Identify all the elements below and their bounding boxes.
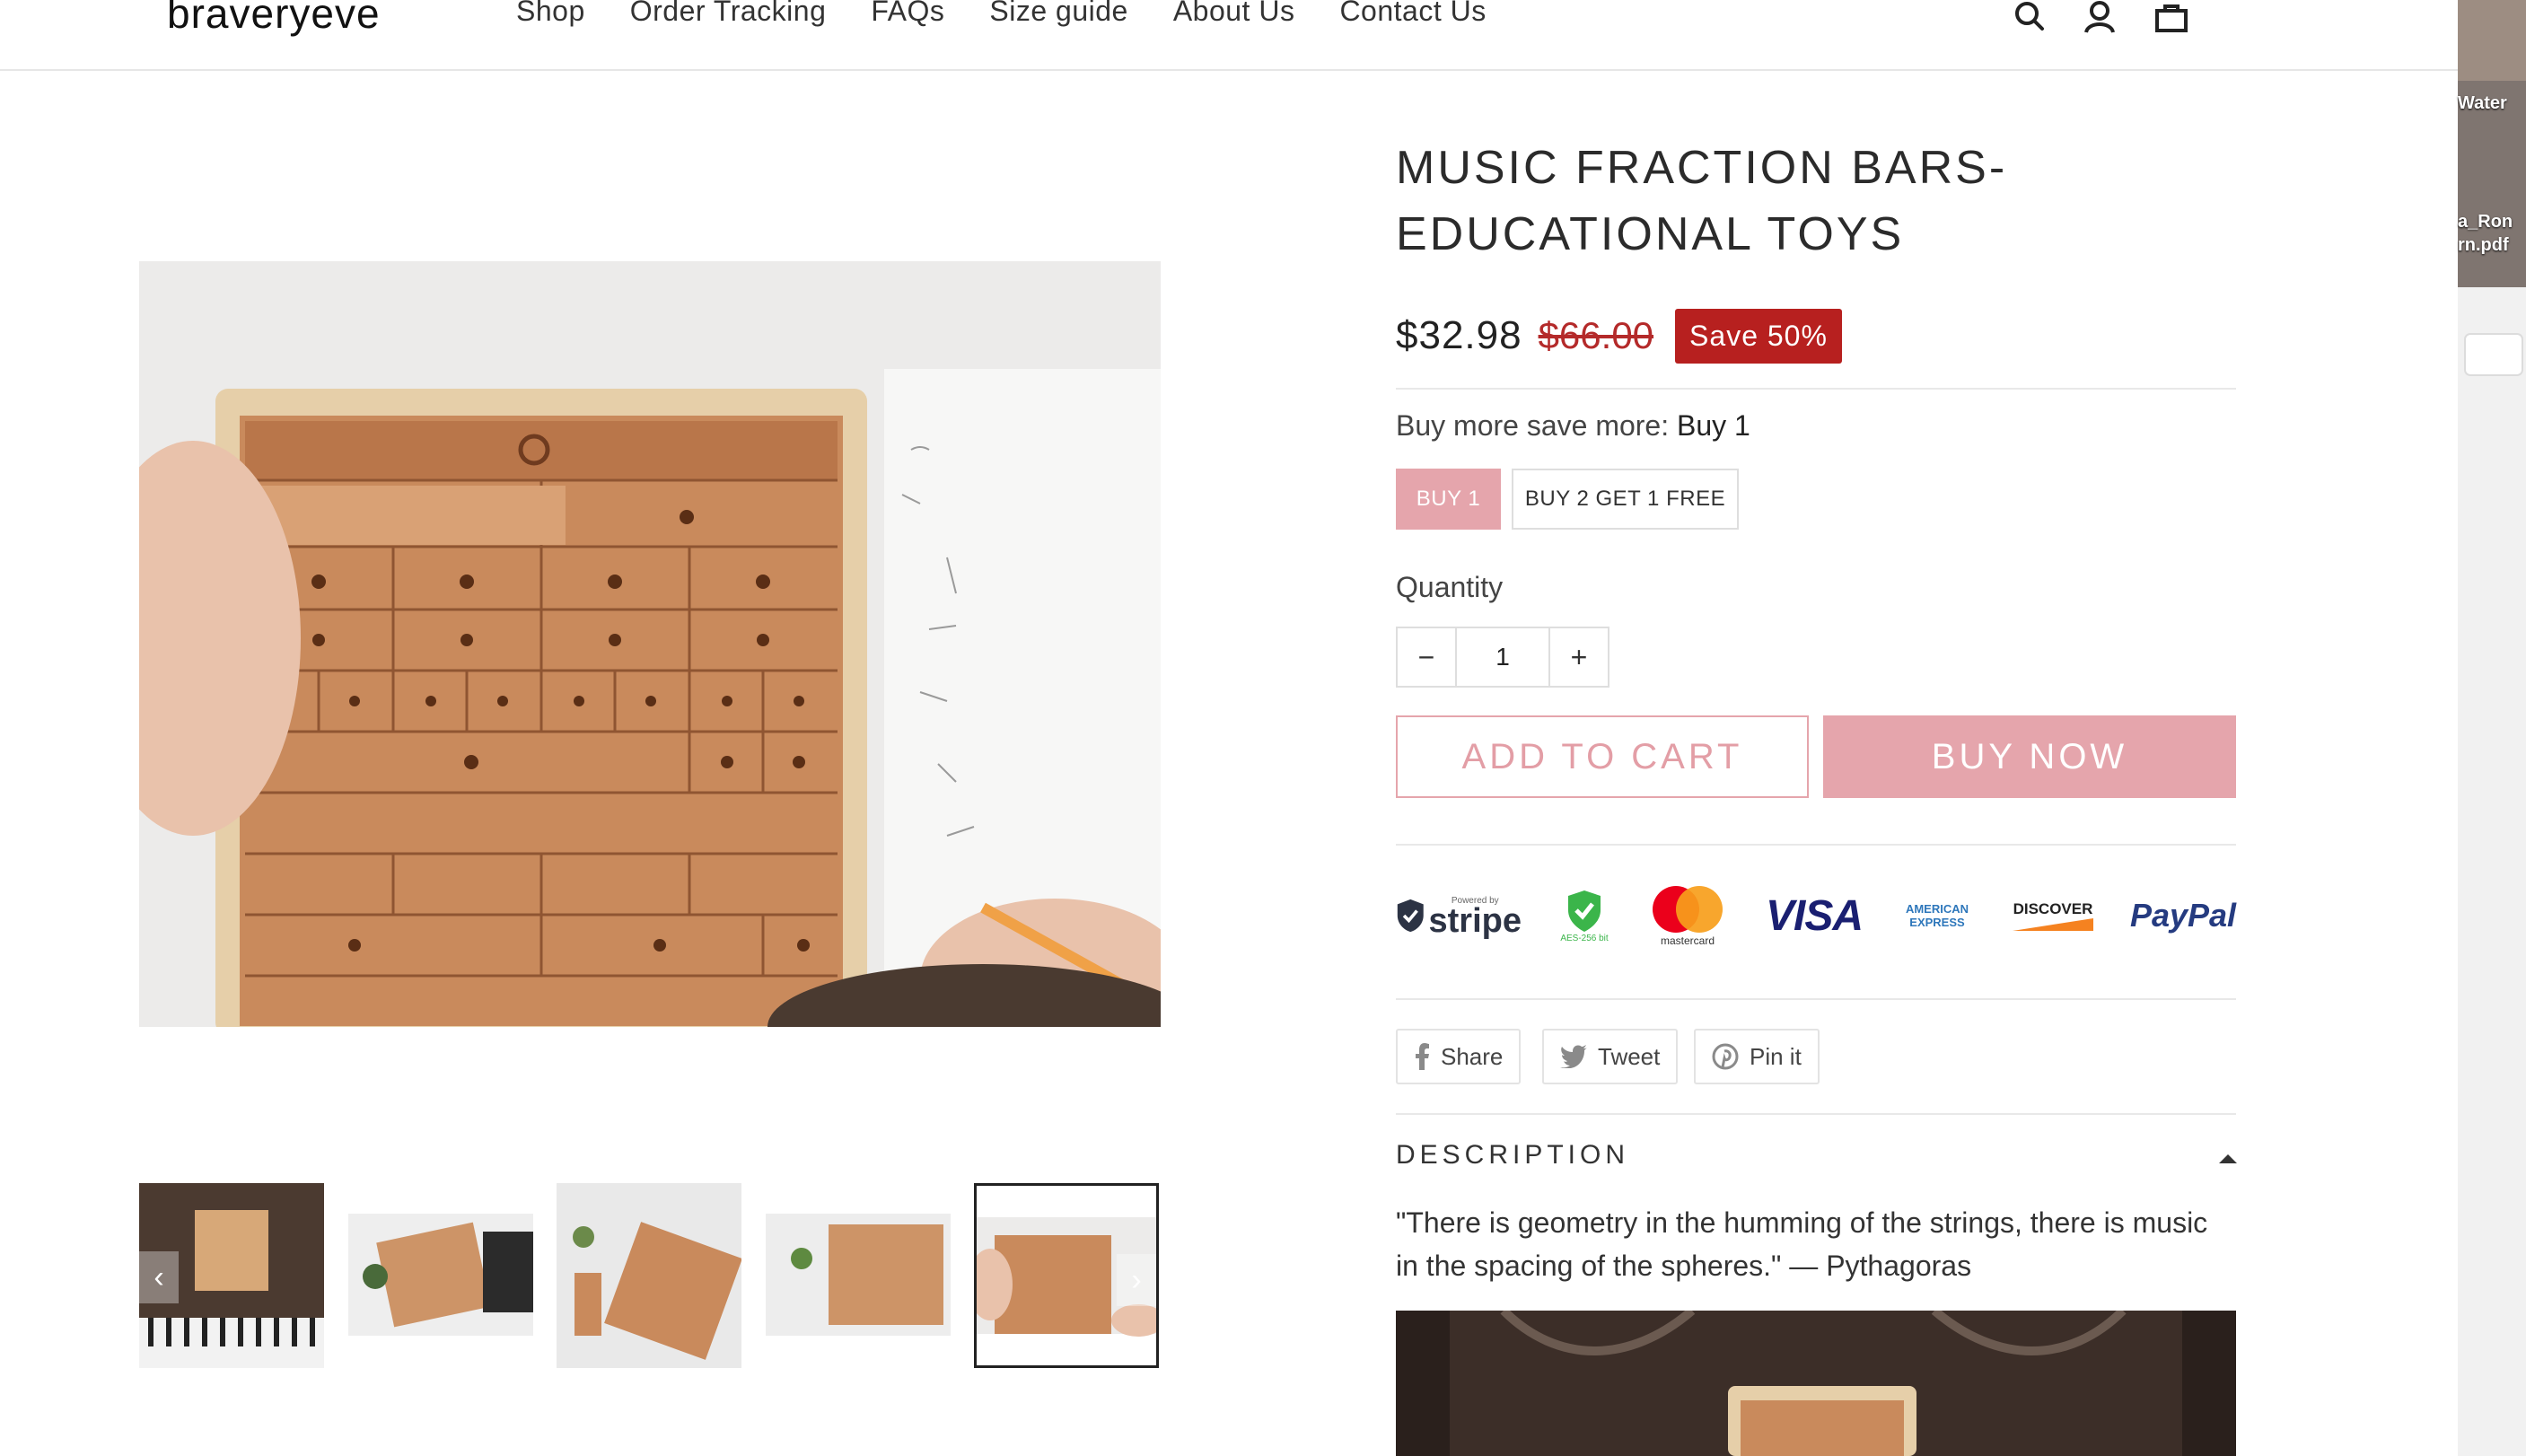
share-twitter-button[interactable]: Tweet [1542, 1029, 1679, 1084]
divider [1396, 844, 2236, 846]
site-logo[interactable]: braveryeve [167, 0, 381, 38]
amex-text-1: AMERICAN [1905, 902, 1969, 916]
nav-size-guide[interactable]: Size guide [989, 0, 1127, 28]
nav-shop[interactable]: Shop [516, 0, 585, 28]
mastercard-icon [1653, 886, 1723, 933]
add-to-cart-button[interactable]: ADD TO CART [1396, 715, 1809, 798]
nav-contact-us[interactable]: Contact Us [1339, 0, 1486, 28]
quantity-stepper: − + [1396, 627, 1609, 688]
amex-text-2: EXPRESS [1909, 916, 1965, 929]
share-facebook-label: Share [1441, 1042, 1504, 1070]
option-buy-1[interactable]: BUY 1 [1396, 469, 1501, 530]
compare-price: $66.00 [1538, 314, 1654, 356]
pinterest-icon [1712, 1043, 1739, 1070]
description-image [1396, 1311, 2236, 1456]
paypal-text: PayPal [2129, 897, 2237, 934]
divider [1396, 1113, 2236, 1115]
amex-badge: AMERICAN EXPRESS [1899, 880, 1976, 952]
thumbnail-4[interactable] [766, 1214, 951, 1336]
buy-now-button[interactable]: BUY NOW [1823, 715, 2236, 798]
description-heading[interactable]: DESCRIPTION [1396, 1140, 1629, 1171]
product-title: MUSIC FRACTION BARS- EDUCATIONAL TOYS [1396, 142, 2008, 260]
share-facebook-button[interactable]: Share [1396, 1029, 1522, 1084]
discover-badge: DISCOVER [2010, 880, 2096, 952]
thumbnail-strip: ‹ › [139, 1183, 1161, 1372]
quantity-input[interactable] [1455, 628, 1550, 686]
twitter-icon [1560, 1045, 1587, 1068]
desktop-file-label[interactable]: rn.pdf [2458, 235, 2509, 256]
paypal-badge: PayPal [2130, 880, 2236, 952]
thumbnail-2[interactable] [348, 1214, 533, 1336]
thumbnail-5[interactable]: › [974, 1183, 1159, 1368]
aes-text: AES-256 bit [1560, 933, 1609, 943]
buy-more-value: Buy 1 [1677, 409, 1750, 442]
desktop-file-label[interactable]: a_Ron [2458, 212, 2513, 232]
quantity-minus-button[interactable]: − [1398, 628, 1455, 686]
payment-badges: Powered by stripe AES-256 bit mastercard… [1396, 880, 2236, 952]
quantity-plus-button[interactable]: + [1550, 628, 1608, 686]
sale-price: $32.98 [1396, 313, 1522, 357]
share-twitter-label: Tweet [1598, 1042, 1661, 1070]
option-buy-2-get-1[interactable]: BUY 2 GET 1 FREE [1512, 469, 1739, 530]
security-shield-icon [1568, 890, 1601, 932]
divider [1396, 388, 2236, 390]
share-pinterest-button[interactable]: Pin it [1694, 1029, 1820, 1084]
product-main-image[interactable] [139, 261, 1161, 1027]
discover-stripe-icon [2013, 918, 2093, 931]
facebook-icon [1416, 1043, 1429, 1070]
site-header: braveryeve Shop Order Tracking FAQs Size… [0, 0, 2458, 71]
discover-text: DISCOVER [2013, 900, 2093, 917]
thumbnail-1[interactable]: ‹ [139, 1183, 324, 1368]
cart-icon[interactable] [2153, 0, 2190, 38]
thumb-next-arrow[interactable]: › [1117, 1254, 1156, 1306]
nav-faqs[interactable]: FAQs [871, 0, 944, 28]
desktop-file-label[interactable]: Water [2458, 93, 2507, 114]
nav-order-tracking[interactable]: Order Tracking [630, 0, 827, 28]
aes-badge: AES-256 bit [1554, 880, 1615, 952]
stripe-badge: Powered by stripe [1396, 880, 1522, 952]
quantity-label: Quantity [1396, 571, 1504, 603]
description-quote: "There is geometry in the humming of the… [1396, 1206, 2208, 1282]
visa-badge: VISA [1764, 880, 1864, 952]
buy-more-label: Buy more save more: Buy 1 [1396, 409, 1750, 443]
account-icon[interactable] [2081, 0, 2118, 38]
main-nav: Shop Order Tracking FAQs Size guide Abou… [516, 0, 1487, 28]
buy-more-text: Buy more save more: [1396, 409, 1670, 442]
visa-text: VISA [1765, 891, 1864, 940]
thumb-prev-arrow[interactable]: ‹ [139, 1251, 179, 1303]
stripe-text: stripe [1428, 901, 1522, 940]
price-row: $32.98 $66.00 Save 50% [1396, 305, 1842, 366]
mastercard-badge: mastercard [1647, 880, 1728, 952]
search-icon[interactable] [2011, 0, 2048, 38]
share-pinterest-label: Pin it [1750, 1042, 1802, 1070]
divider [1396, 998, 2236, 1000]
thumbnail-3[interactable] [557, 1183, 741, 1368]
nav-about-us[interactable]: About Us [1173, 0, 1295, 28]
caret-up-icon[interactable] [2219, 1154, 2237, 1163]
shield-check-icon [1397, 899, 1424, 933]
save-badge: Save 50% [1675, 308, 1842, 364]
mastercard-text: mastercard [1660, 934, 1715, 947]
